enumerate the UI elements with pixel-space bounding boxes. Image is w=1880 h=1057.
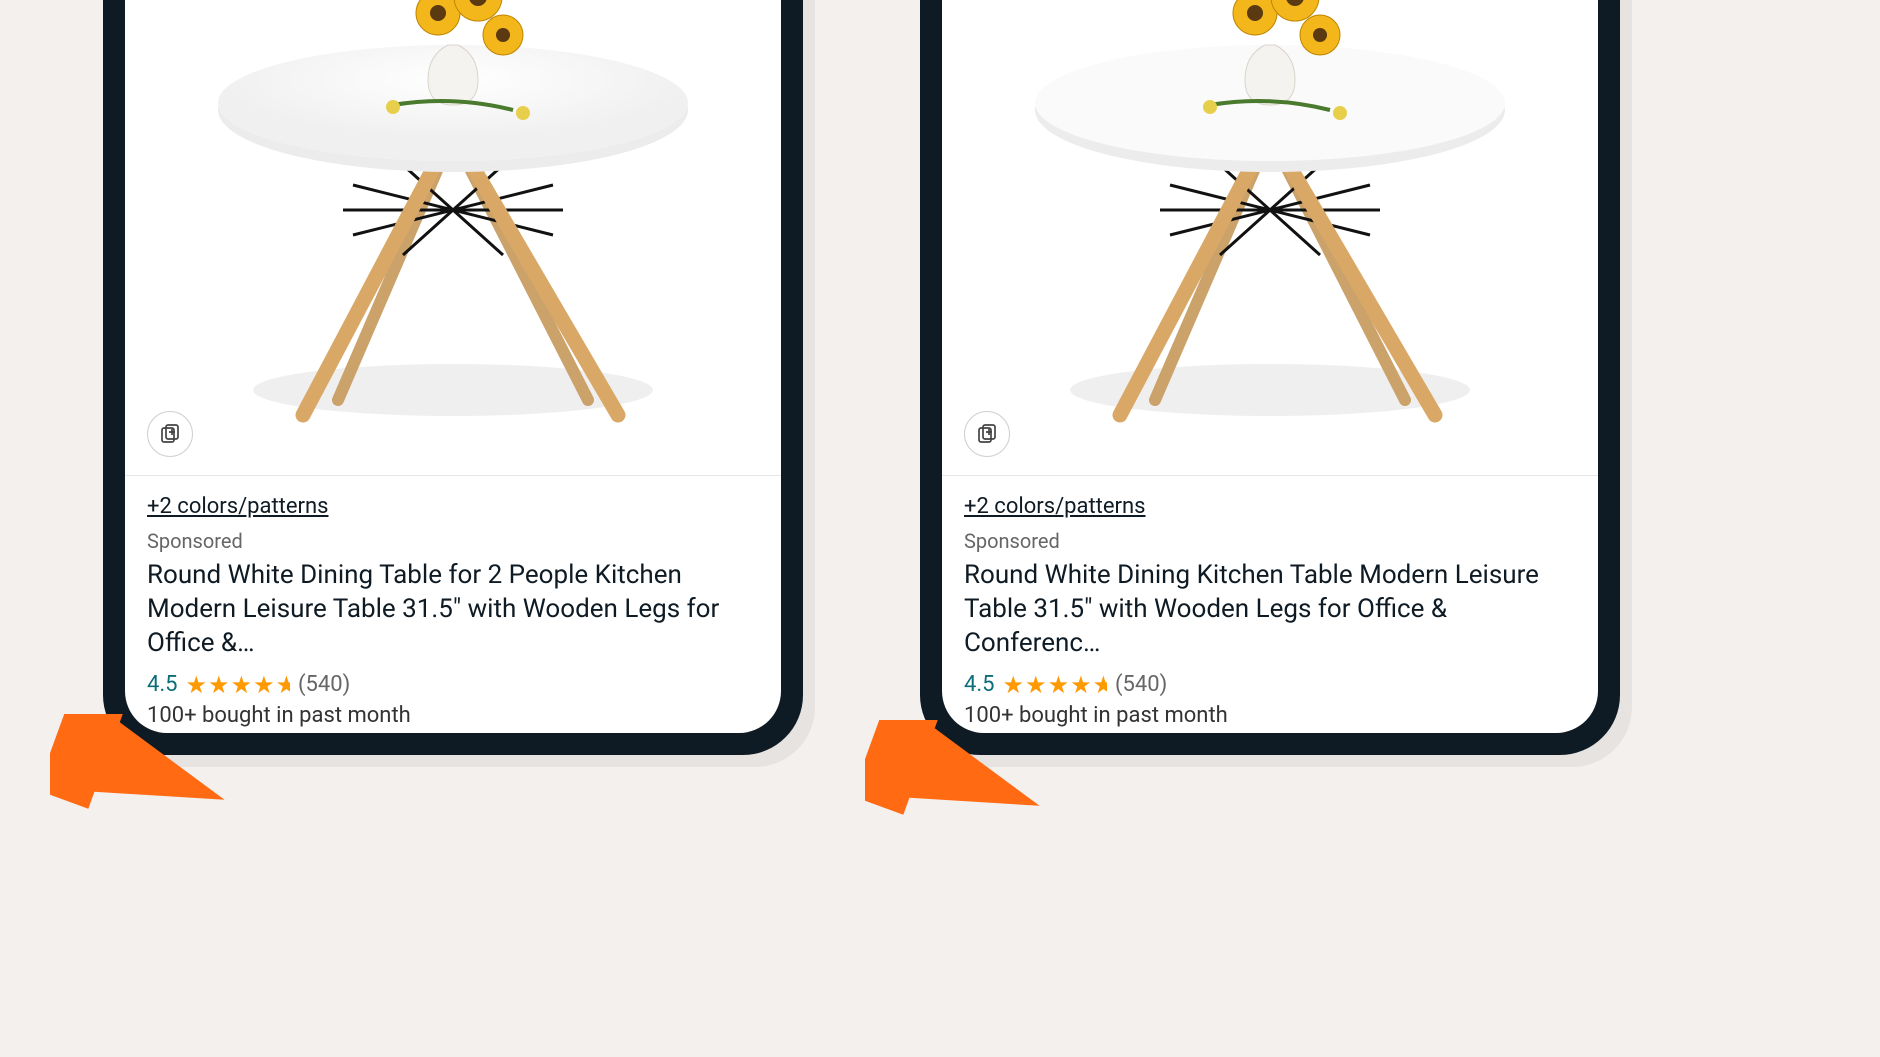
color-variants-link[interactable]: +2 colors/patterns (964, 494, 1146, 519)
rating-row[interactable]: 4.5 ★★★★★ (540) (147, 671, 759, 699)
product-details: +2 colors/patterns Sponsored Round White… (125, 476, 781, 733)
annotation-arrow-right (865, 720, 1045, 830)
annotation-arrow-left (50, 714, 230, 824)
sponsored-label: Sponsored (964, 529, 1576, 553)
add-to-collection-icon (975, 422, 999, 446)
product-image-area[interactable] (125, 0, 781, 476)
phone-screen: Check each product page for other buying… (942, 0, 1598, 733)
rating-value: 4.5 (147, 672, 178, 697)
add-to-collection-button[interactable] (147, 411, 193, 457)
product-illustration-table (193, 0, 713, 455)
product-image-area[interactable] (942, 0, 1598, 476)
product-details: +2 colors/patterns Sponsored Round White… (942, 476, 1598, 733)
bought-count-text: 100+ bought in past month (964, 703, 1576, 728)
color-variants-link[interactable]: +2 colors/patterns (147, 494, 329, 519)
rating-value: 4.5 (964, 672, 995, 697)
product-title[interactable]: Round White Dining Kitchen Table Modern … (964, 559, 1576, 660)
add-to-collection-icon (158, 422, 182, 446)
sponsored-label: Sponsored (147, 529, 759, 553)
rating-row[interactable]: 4.5 ★★★★★ (540) (964, 671, 1576, 699)
review-count: (540) (298, 672, 350, 697)
star-rating-icon: ★★★★★ (1003, 671, 1107, 699)
add-to-collection-button[interactable] (964, 411, 1010, 457)
product-illustration-table (1010, 0, 1530, 455)
phone-screen: Check each product page for other buying… (125, 0, 781, 733)
product-title[interactable]: Round White Dining Table for 2 People Ki… (147, 559, 759, 660)
star-rating-icon: ★★★★★ (186, 671, 290, 699)
review-count: (540) (1115, 672, 1167, 697)
phone-mockup-right: Check each product page for other buying… (920, 0, 1620, 755)
phone-mockup-left: Check each product page for other buying… (103, 0, 803, 755)
bought-count-text: 100+ bought in past month (147, 703, 759, 728)
